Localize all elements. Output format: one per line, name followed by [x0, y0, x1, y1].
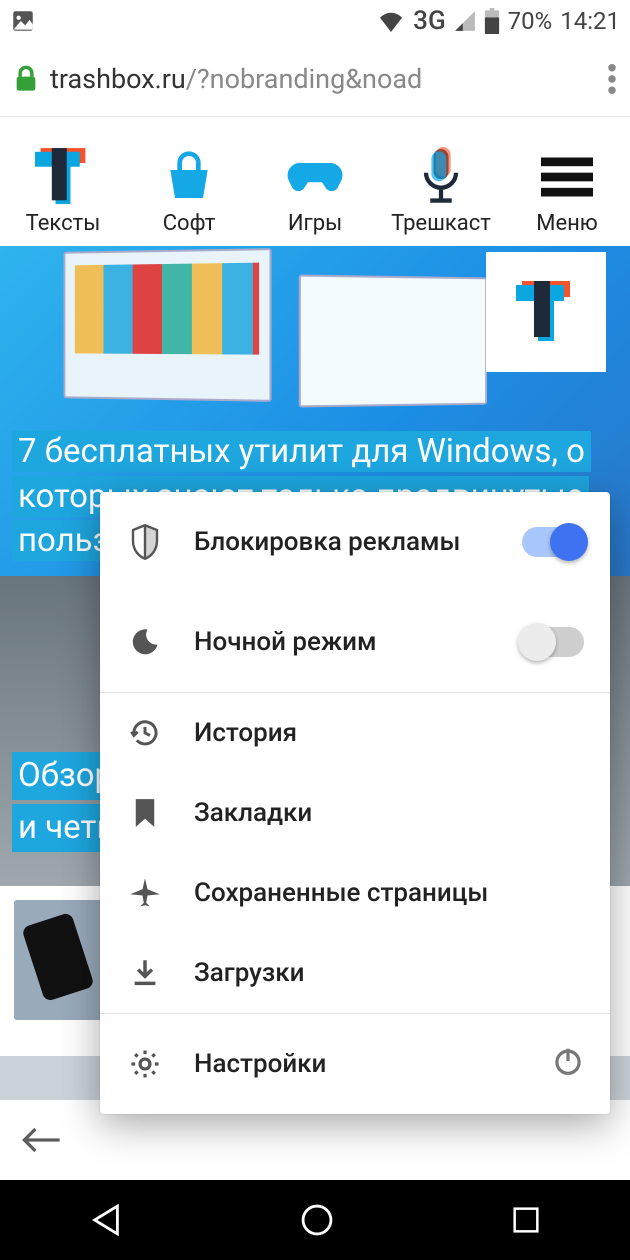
nav-home-icon[interactable] [298, 1201, 336, 1239]
lock-icon [14, 65, 38, 93]
system-nav-bar [0, 1180, 630, 1260]
nav-label: Тексты [26, 211, 101, 236]
signal-icon [454, 10, 476, 32]
browser-menu: Блокировка рекламы Ночной режим История … [100, 492, 610, 1114]
menu-bookmarks[interactable]: Закладки [100, 773, 610, 853]
nav-label: Игры [288, 211, 342, 236]
bag-icon [161, 149, 217, 205]
wifi-icon [377, 10, 405, 32]
menu-label: Загрузки [194, 958, 584, 988]
nav-label: Софт [163, 211, 216, 236]
nav-recents-icon[interactable] [509, 1203, 543, 1237]
clock: 14:21 [560, 7, 620, 35]
address-bar[interactable]: trashbox.ru/?nobranding&noad [0, 42, 630, 116]
gamepad-icon [287, 149, 343, 205]
nav-item-soft[interactable]: Софт [126, 149, 252, 236]
menu-saved-pages[interactable]: Сохраненные страницы [100, 853, 610, 933]
status-bar: 3G 70% 14:21 [0, 0, 630, 42]
night-toggle[interactable] [522, 627, 584, 657]
nav-item-texts[interactable]: Тексты [0, 149, 126, 236]
menu-downloads[interactable]: Загрузки [100, 933, 610, 1013]
menu-label: История [194, 718, 584, 748]
url-text: trashbox.ru/?nobranding&noad [50, 63, 422, 95]
history-icon [126, 717, 164, 749]
network-type: 3G [413, 6, 446, 36]
texts-icon [35, 149, 91, 205]
menu-label: Сохраненные страницы [194, 878, 584, 908]
menu-label: Настройки [194, 1049, 552, 1079]
menu-label: Блокировка рекламы [194, 527, 522, 557]
mic-icon [413, 149, 469, 205]
menu-label: Закладки [194, 798, 584, 828]
nav-back-icon[interactable] [87, 1201, 125, 1239]
image-indicator-icon [10, 8, 36, 34]
menu-settings[interactable]: Настройки [100, 1014, 610, 1114]
hero-decor [63, 248, 271, 402]
nav-item-games[interactable]: Игры [252, 149, 378, 236]
gear-icon [126, 1048, 164, 1080]
nav-label: Меню [536, 211, 598, 236]
site-nav: Тексты Софт Игры Трешкаст Меню [0, 116, 630, 246]
hero-decor [299, 275, 487, 408]
airplane-icon [126, 877, 164, 909]
battery-percent: 70% [508, 7, 553, 35]
more-options-icon[interactable] [608, 64, 616, 94]
bookmark-icon [126, 798, 164, 828]
moon-icon [126, 627, 164, 657]
back-arrow-icon[interactable] [20, 1124, 64, 1156]
battery-icon [484, 8, 500, 34]
nav-item-menu[interactable]: Меню [504, 149, 630, 236]
nav-label: Трешкаст [391, 211, 491, 236]
menu-history[interactable]: История [100, 693, 610, 773]
menu-adblock[interactable]: Блокировка рекламы [100, 492, 610, 592]
download-icon [126, 958, 164, 988]
nav-item-podcast[interactable]: Трешкаст [378, 149, 504, 236]
hamburger-icon [539, 149, 595, 205]
menu-night-mode[interactable]: Ночной режим [100, 592, 610, 692]
shield-icon [126, 524, 164, 560]
logo-badge [486, 252, 606, 372]
menu-label: Ночной режим [194, 627, 522, 657]
adblock-toggle[interactable] [522, 527, 584, 557]
power-icon[interactable] [552, 1045, 584, 1084]
